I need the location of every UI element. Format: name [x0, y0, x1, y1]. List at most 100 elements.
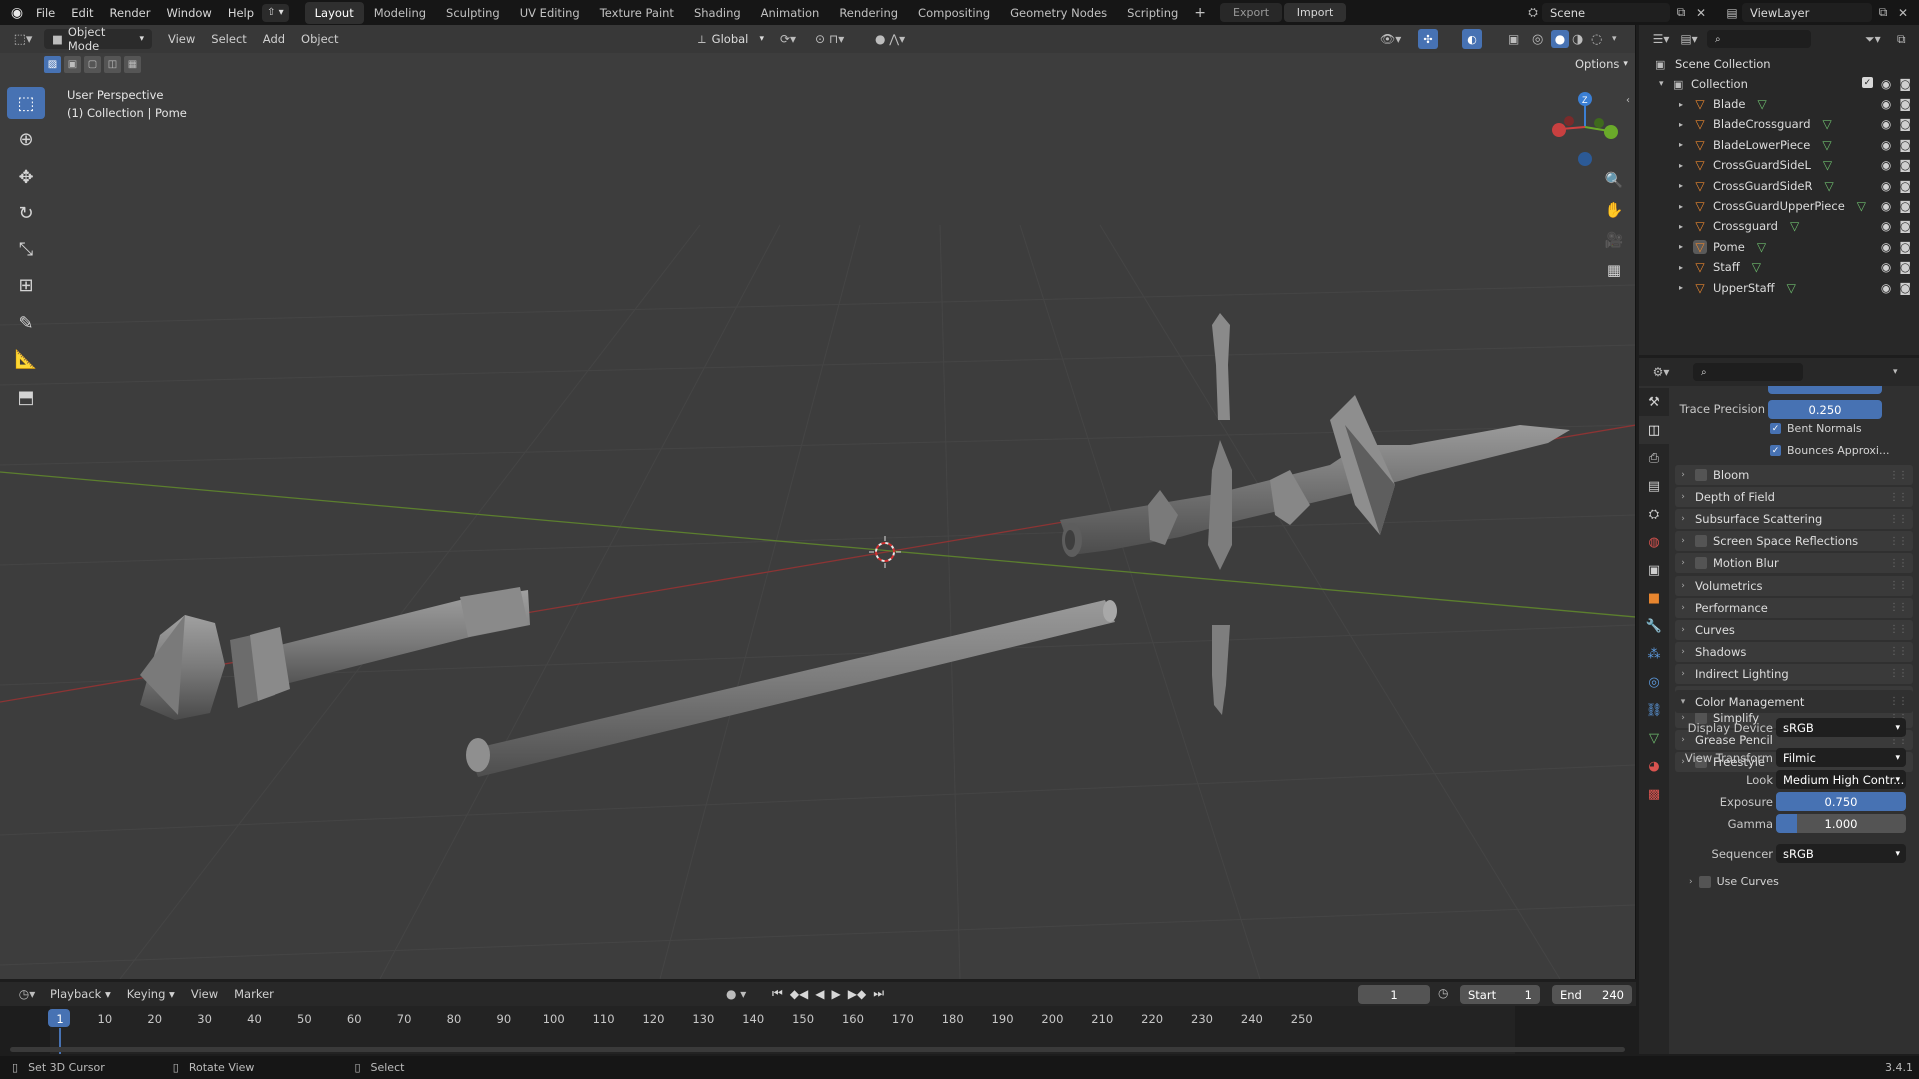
import-button[interactable]: Import [1284, 3, 1347, 22]
outliner-object-row[interactable]: ▸ ▽ BladeLowerPiece ▽ ◉ ◙ [1639, 135, 1919, 155]
visibility-eye-icon[interactable]: ◉ [1881, 240, 1891, 254]
editor-type-icon[interactable]: ⬚▾ [8, 32, 38, 47]
select-invert-icon[interactable]: ◫ [104, 56, 121, 73]
zoom-icon[interactable]: 🔍 [1602, 165, 1626, 195]
file-ops-dropdown[interactable]: ⇧ ▾ [262, 3, 289, 22]
overlays-toggle-icon[interactable]: ◐ [1462, 29, 1482, 49]
row-expand-icon[interactable]: ▸ [1679, 202, 1683, 211]
prev-keyframe-icon[interactable]: ◆◀ [790, 987, 808, 1001]
visibility-eye-icon[interactable]: ◉ [1881, 77, 1891, 91]
play-reverse-icon[interactable]: ◀ [815, 987, 824, 1001]
mesh-data-icon[interactable]: ▽ [1824, 179, 1833, 193]
physics-tab-icon[interactable]: ◎ [1639, 668, 1669, 696]
material-preview-icon[interactable]: ◑ [1572, 32, 1583, 47]
pan-hand-icon[interactable]: ✋ [1602, 195, 1626, 225]
tab-scripting[interactable]: Scripting [1117, 2, 1188, 24]
color-management-panel-header[interactable]: ▾ Color Management ⋮⋮ [1675, 690, 1913, 713]
timeline-ruler[interactable]: 1 10 20 30 40 50 60 70 80 90 100 110 120 130 140 150 160… [0, 1006, 1636, 1054]
outliner-object-row[interactable]: ▸ ▽ CrossGuardSideR ▽ ◉ ◙ [1639, 176, 1919, 196]
row-expand-icon[interactable]: ▸ [1679, 100, 1683, 109]
end-frame-field[interactable]: End 240 [1552, 985, 1632, 1004]
shading-options-icon[interactable]: ▾ [1612, 34, 1617, 44]
row-expand-icon[interactable]: ▸ [1679, 140, 1683, 149]
new-viewlayer-icon[interactable]: ⧉ [1872, 5, 1894, 20]
current-frame-field[interactable]: 1 [1358, 985, 1430, 1004]
panel-grip-icon[interactable]: ⋮⋮ [1889, 646, 1908, 657]
properties-options-icon[interactable]: ▾ [1893, 367, 1898, 377]
display-mode-icon[interactable]: ▤▾ [1675, 32, 1703, 46]
select-subtract-icon[interactable]: ▢ [84, 56, 101, 73]
outliner-object-row[interactable]: ▸ ▽ Pome ▽ ◉ ◙ [1639, 237, 1919, 257]
visibility-eye-icon[interactable]: ◉ [1881, 260, 1891, 274]
delete-viewlayer-icon[interactable]: ✕ [1894, 6, 1912, 20]
panel-grip-icon[interactable]: ⋮⋮ [1889, 602, 1908, 613]
render-panel-header[interactable]: › Volumetrics ⋮⋮ [1675, 575, 1913, 596]
select-box-tool[interactable]: ⬚ [7, 87, 45, 119]
gamma-slider[interactable]: 1.000 [1776, 814, 1906, 833]
use-curves-checkbox[interactable] [1698, 875, 1711, 888]
row-expand-icon[interactable]: ▸ [1679, 283, 1683, 292]
render-tab-icon[interactable]: ◫ [1639, 416, 1669, 444]
new-collection-icon[interactable]: ⧉ [1897, 32, 1906, 47]
next-keyframe-icon[interactable]: ▶◆ [848, 987, 866, 1001]
tab-sculpting[interactable]: Sculpting [436, 2, 510, 24]
scene-name-field[interactable]: Scene [1542, 3, 1670, 22]
render-camera-icon[interactable]: ◙ [1899, 158, 1911, 172]
tab-rendering[interactable]: Rendering [829, 2, 908, 24]
select-extend-icon[interactable]: ▣ [64, 56, 81, 73]
texture-tab-icon[interactable]: ▩ [1639, 780, 1669, 808]
row-expand-icon[interactable]: ▸ [1679, 222, 1683, 231]
wireframe-shading-icon[interactable]: ◎ [1532, 32, 1543, 47]
viewport-menu-select[interactable]: Select [203, 32, 254, 46]
camera-view-icon[interactable]: 🎥 [1602, 225, 1626, 255]
viewport-menu-view[interactable]: View [160, 32, 203, 46]
render-panel-header[interactable]: › Bloom ⋮⋮ [1675, 465, 1913, 485]
timeline-editor-type-icon[interactable]: ◷▾ [12, 987, 42, 1001]
panel-grip-icon[interactable]: ⋮⋮ [1889, 514, 1908, 525]
use-preview-range-icon[interactable]: ◷ [1438, 986, 1448, 1000]
proportional-edit-icon[interactable]: ● ⋀▾ [875, 32, 905, 46]
menu-help[interactable]: Help [220, 6, 262, 20]
mesh-data-icon[interactable]: ▽ [1790, 219, 1799, 233]
outliner-object-row[interactable]: ▸ ▽ CrossGuardSideL ▽ ◉ ◙ [1639, 155, 1919, 175]
tool-tab-icon[interactable]: ⚒ [1639, 388, 1669, 416]
move-tool[interactable]: ✥ [7, 161, 45, 193]
render-panel-header[interactable]: › Curves ⋮⋮ [1675, 619, 1913, 640]
outliner-object-row[interactable]: ▸ ▽ CrossGuardUpperPiece ▽ ◉ ◙ [1639, 196, 1919, 216]
perspective-toggle-icon[interactable]: ▦ [1602, 255, 1626, 285]
rotate-tool[interactable]: ↻ [7, 197, 45, 229]
bent-normals-checkbox[interactable]: ✓ Bent Normals [1770, 422, 1862, 435]
scene-selector[interactable]: ⛭ Scene ⧉ ✕ [1524, 3, 1710, 22]
object-mode-dropdown[interactable]: ■ Object Mode ▾ [44, 25, 152, 53]
menu-file[interactable]: File [28, 6, 63, 20]
export-button[interactable]: Export [1220, 3, 1283, 22]
panel-grip-icon[interactable]: ⋮⋮ [1889, 492, 1908, 503]
3d-viewport[interactable]: Z ⬚▾ ■ Object Mode ▾ View Select Add Objec… [0, 25, 1636, 979]
output-tab-icon[interactable]: ⎙ [1639, 444, 1669, 472]
mesh-data-icon[interactable]: ▽ [1757, 240, 1766, 254]
visibility-eye-icon[interactable]: ◉ [1881, 179, 1891, 193]
panel-grip-icon[interactable]: ⋮⋮ [1889, 696, 1908, 707]
panel-grip-icon[interactable]: ⋮⋮ [1889, 558, 1908, 569]
jump-end-icon[interactable]: ⏭ [873, 986, 884, 1001]
visibility-eye-icon[interactable]: ◉ [1881, 281, 1891, 295]
render-panel-header[interactable]: › Performance ⋮⋮ [1675, 597, 1913, 618]
render-camera-icon[interactable]: ◙ [1899, 117, 1911, 131]
viewport-scene[interactable]: Z [0, 25, 1636, 979]
collapse-sidebar-icon[interactable]: ‹ [1626, 95, 1630, 106]
panel-grip-icon[interactable]: ⋮⋮ [1889, 624, 1908, 635]
tab-layout[interactable]: Layout [304, 1, 364, 24]
collection-expand-icon[interactable]: ▾ [1659, 79, 1664, 89]
tab-geometry-nodes[interactable]: Geometry Nodes [1000, 2, 1117, 24]
mesh-data-icon[interactable]: ▽ [1857, 199, 1866, 213]
mesh-data-icon[interactable]: ▽ [1752, 260, 1761, 274]
panel-grip-icon[interactable]: ⋮⋮ [1889, 580, 1908, 591]
cursor-tool[interactable]: ⊕ [7, 123, 45, 155]
particles-tab-icon[interactable]: ⁂ [1639, 640, 1669, 668]
blender-logo-icon[interactable]: ◉ [6, 5, 28, 21]
visibility-eye-icon[interactable]: ◉ [1881, 97, 1891, 111]
exposure-slider[interactable]: 0.750 [1776, 792, 1906, 811]
auto-keying-icon[interactable]: ● ▾ [726, 987, 746, 1001]
object-tab-icon[interactable]: ■ [1639, 584, 1669, 612]
delete-scene-icon[interactable]: ✕ [1692, 6, 1710, 20]
